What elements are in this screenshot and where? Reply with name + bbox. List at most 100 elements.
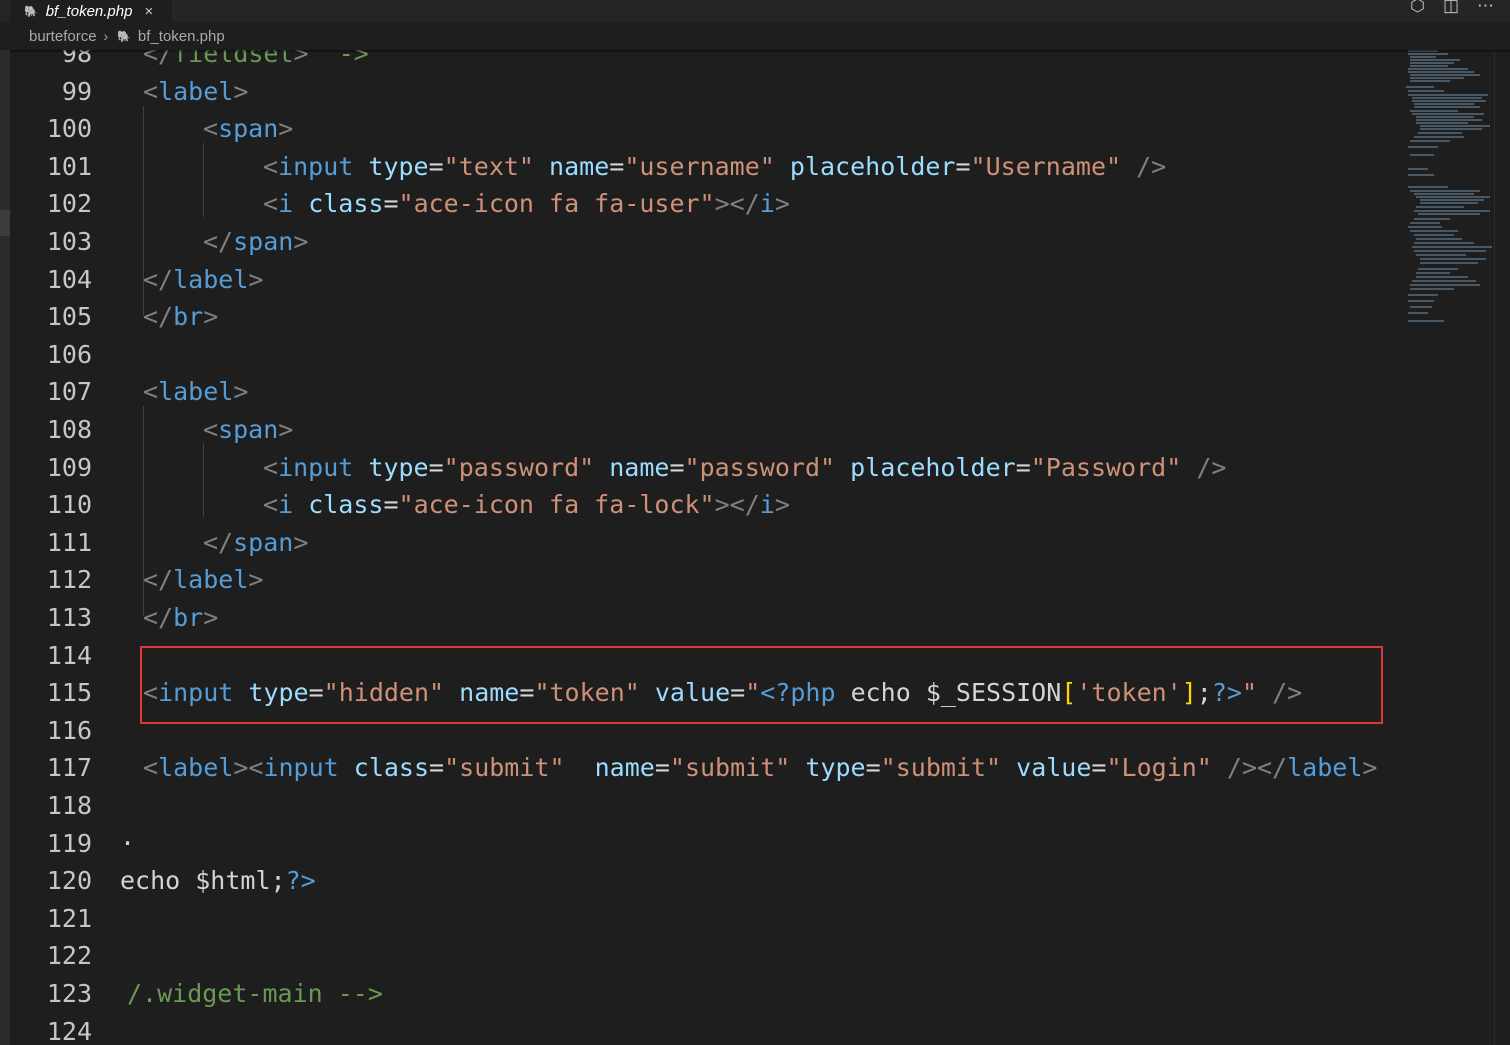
minimap-line (1410, 230, 1458, 232)
code-token: < (263, 189, 279, 219)
breadcrumb-shadow (10, 50, 1510, 53)
tab-bf-token[interactable]: 🐘 bf_token.php × (10, 0, 172, 22)
code-token: "submit" (669, 753, 791, 783)
code-token: i (278, 490, 294, 520)
code-line-109: <input type="password" name="password" p… (263, 449, 1226, 487)
code-token: input (278, 151, 354, 181)
line-number: 124 (46, 1016, 92, 1045)
minimap-line (1414, 218, 1450, 220)
code-token: "Login" (1106, 753, 1212, 783)
open-changes-icon[interactable]: ⬡ (1410, 0, 1425, 16)
code-token: ?> (285, 866, 316, 896)
code-token: label (173, 565, 249, 595)
close-icon[interactable]: × (144, 3, 153, 20)
code-line-123: /.widget-main --> (127, 975, 383, 1013)
code-token: = (955, 151, 971, 181)
code-token: /.widget-main --> (127, 979, 383, 1008)
code-line-100: <span> (203, 110, 293, 148)
minimap-line (1416, 119, 1482, 121)
line-number: 119 (46, 828, 92, 858)
code-line-117: <label><input class="submit" name="submi… (143, 749, 1377, 787)
vertical-scrollbar[interactable] (1494, 50, 1510, 1045)
code-token: ></ (714, 189, 760, 219)
chevron-right-icon: › (103, 28, 109, 44)
tab-bar: 🐘 bf_token.php × ⬡ ◫ ⋯ (0, 0, 1510, 22)
minimap-line (1416, 254, 1466, 256)
code-token: > (203, 603, 219, 632)
minimap-line (1416, 116, 1474, 118)
code-token: br (173, 302, 204, 332)
code-token: > (774, 189, 790, 219)
tab-label: bf_token.php (45, 2, 133, 20)
code-token: class (308, 189, 384, 219)
line-number: 123 (46, 979, 92, 1008)
activity-bar-edge (0, 50, 10, 1045)
code-line-101: <input type="text" name="username" place… (263, 148, 1166, 186)
code-token: = (669, 452, 685, 482)
minimap-line (1410, 56, 1436, 58)
line-number: 114 (46, 640, 92, 670)
minimap-line (1408, 146, 1438, 148)
code-token: label (158, 753, 234, 783)
breadcrumb-file[interactable]: bf_token.php (138, 28, 225, 45)
line-number: 113 (46, 603, 92, 632)
minimap-line (1420, 128, 1482, 130)
minimap-line (1410, 288, 1454, 290)
code-token: </ (143, 603, 174, 632)
code-token: > (1362, 753, 1378, 783)
code-token: = (1091, 753, 1107, 783)
minimap-line (1412, 113, 1484, 115)
code-token: i (759, 490, 775, 520)
code-line-108: <span> (203, 411, 293, 449)
minimap-line (1410, 284, 1480, 286)
minimap-line (1408, 94, 1488, 96)
minimap-line (1408, 226, 1442, 228)
code-token: class (308, 490, 384, 520)
code-area[interactable]: </fieldset> -> <label> <span> <input type="… (120, 50, 1488, 1045)
code-line-110: <i class="ace-icon fa fa-lock"></i> (263, 486, 790, 524)
minimap-line (1408, 90, 1444, 92)
code-line-99: <label> (143, 73, 248, 111)
code-token: < (203, 114, 219, 144)
line-number: 100 (46, 114, 92, 144)
minimap-line (1414, 193, 1474, 195)
breadcrumb: burteforce › 🐘 bf_token.php (0, 22, 1510, 50)
minimap-line (1408, 168, 1428, 170)
code-editor[interactable]: 98 99 100 101 102 103 104 105 106 107 108 109 110 111… (10, 50, 1488, 1045)
line-number: 120 (46, 866, 92, 896)
code-token: placeholder (789, 151, 956, 181)
line-number: 98 (61, 50, 92, 68)
minimap-line (1414, 106, 1480, 108)
code-token: = (428, 452, 444, 482)
line-number: 102 (46, 189, 92, 219)
minimap-line (1410, 110, 1458, 112)
minimap-line (1410, 62, 1454, 64)
token-highlight-box (140, 646, 1383, 724)
code-token: span (233, 527, 294, 557)
code-token: span (218, 114, 279, 144)
minimap-line (1408, 294, 1438, 296)
minimap-line (1416, 196, 1490, 198)
line-number: 107 (46, 377, 92, 407)
minimap-line (1410, 306, 1432, 308)
code-line-98: </fieldset> -> (143, 50, 369, 73)
minimap-line (1412, 100, 1486, 102)
code-token: input (278, 452, 354, 482)
code-token: > (774, 490, 790, 520)
split-editor-icon[interactable]: ◫ (1443, 0, 1459, 16)
code-token: >< (233, 753, 264, 783)
code-token: input (263, 753, 339, 783)
line-number: 121 (46, 903, 92, 933)
minimap-line (1418, 213, 1480, 215)
line-number: 122 (46, 941, 92, 971)
code-token: = (865, 753, 881, 783)
code-token: = (383, 189, 399, 219)
minimap[interactable] (1396, 50, 1494, 1045)
minimap-line (1408, 312, 1428, 314)
more-actions-icon[interactable]: ⋯ (1477, 0, 1494, 16)
breadcrumb-folder[interactable]: burteforce (29, 28, 97, 45)
minimap-line (1410, 74, 1480, 76)
